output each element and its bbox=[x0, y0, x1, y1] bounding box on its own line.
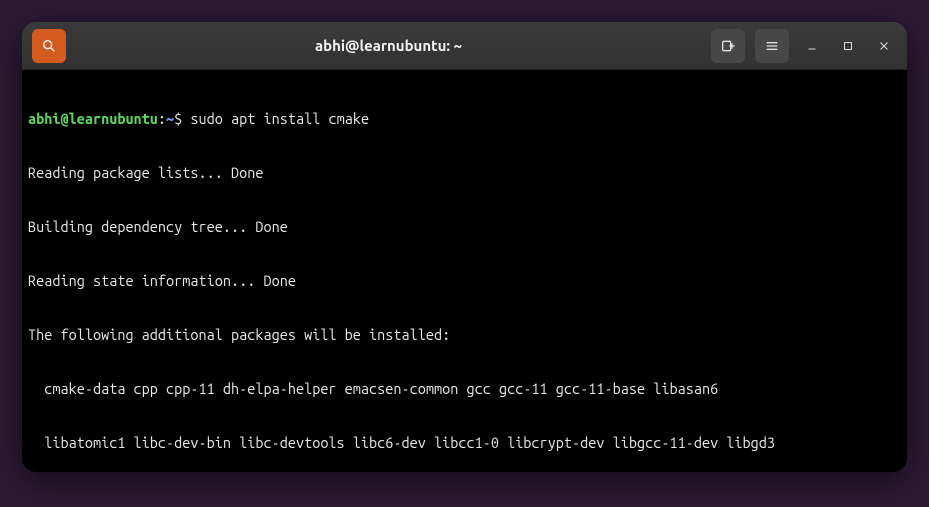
terminal-window: abhi@learnubuntu: ~ abhi@learnubuntu:~$ … bbox=[22, 22, 907, 472]
prompt-user: abhi@learnubuntu bbox=[28, 110, 158, 127]
prompt-path: ~ bbox=[166, 110, 174, 127]
output-line: Reading state information... Done bbox=[28, 272, 901, 290]
output-line: Building dependency tree... Done bbox=[28, 218, 901, 236]
new-tab-icon bbox=[720, 38, 736, 54]
minimize-button[interactable] bbox=[797, 31, 827, 61]
hamburger-icon bbox=[764, 38, 780, 54]
maximize-button[interactable] bbox=[833, 31, 863, 61]
new-tab-button[interactable] bbox=[711, 29, 745, 63]
maximize-icon bbox=[842, 40, 854, 52]
prompt-command: sudo apt install cmake bbox=[190, 110, 369, 127]
titlebar: abhi@learnubuntu: ~ bbox=[22, 22, 907, 70]
prompt-dollar: $ bbox=[174, 110, 190, 127]
output-line: Reading package lists... Done bbox=[28, 164, 901, 182]
terminal-body[interactable]: abhi@learnubuntu:~$ sudo apt install cma… bbox=[22, 70, 907, 472]
prompt-colon: : bbox=[158, 110, 166, 127]
minimize-icon bbox=[806, 40, 818, 52]
close-button[interactable] bbox=[869, 31, 899, 61]
search-button[interactable] bbox=[32, 29, 66, 63]
window-title: abhi@learnubuntu: ~ bbox=[68, 37, 709, 54]
output-line: The following additional packages will b… bbox=[28, 326, 901, 344]
prompt-line: abhi@learnubuntu:~$ sudo apt install cma… bbox=[28, 110, 901, 128]
output-line: libatomic1 libc-dev-bin libc-devtools li… bbox=[28, 434, 901, 452]
search-icon bbox=[41, 38, 57, 54]
output-line: cmake-data cpp cpp-11 dh-elpa-helper ema… bbox=[28, 380, 901, 398]
menu-button[interactable] bbox=[755, 29, 789, 63]
close-icon bbox=[878, 40, 890, 52]
